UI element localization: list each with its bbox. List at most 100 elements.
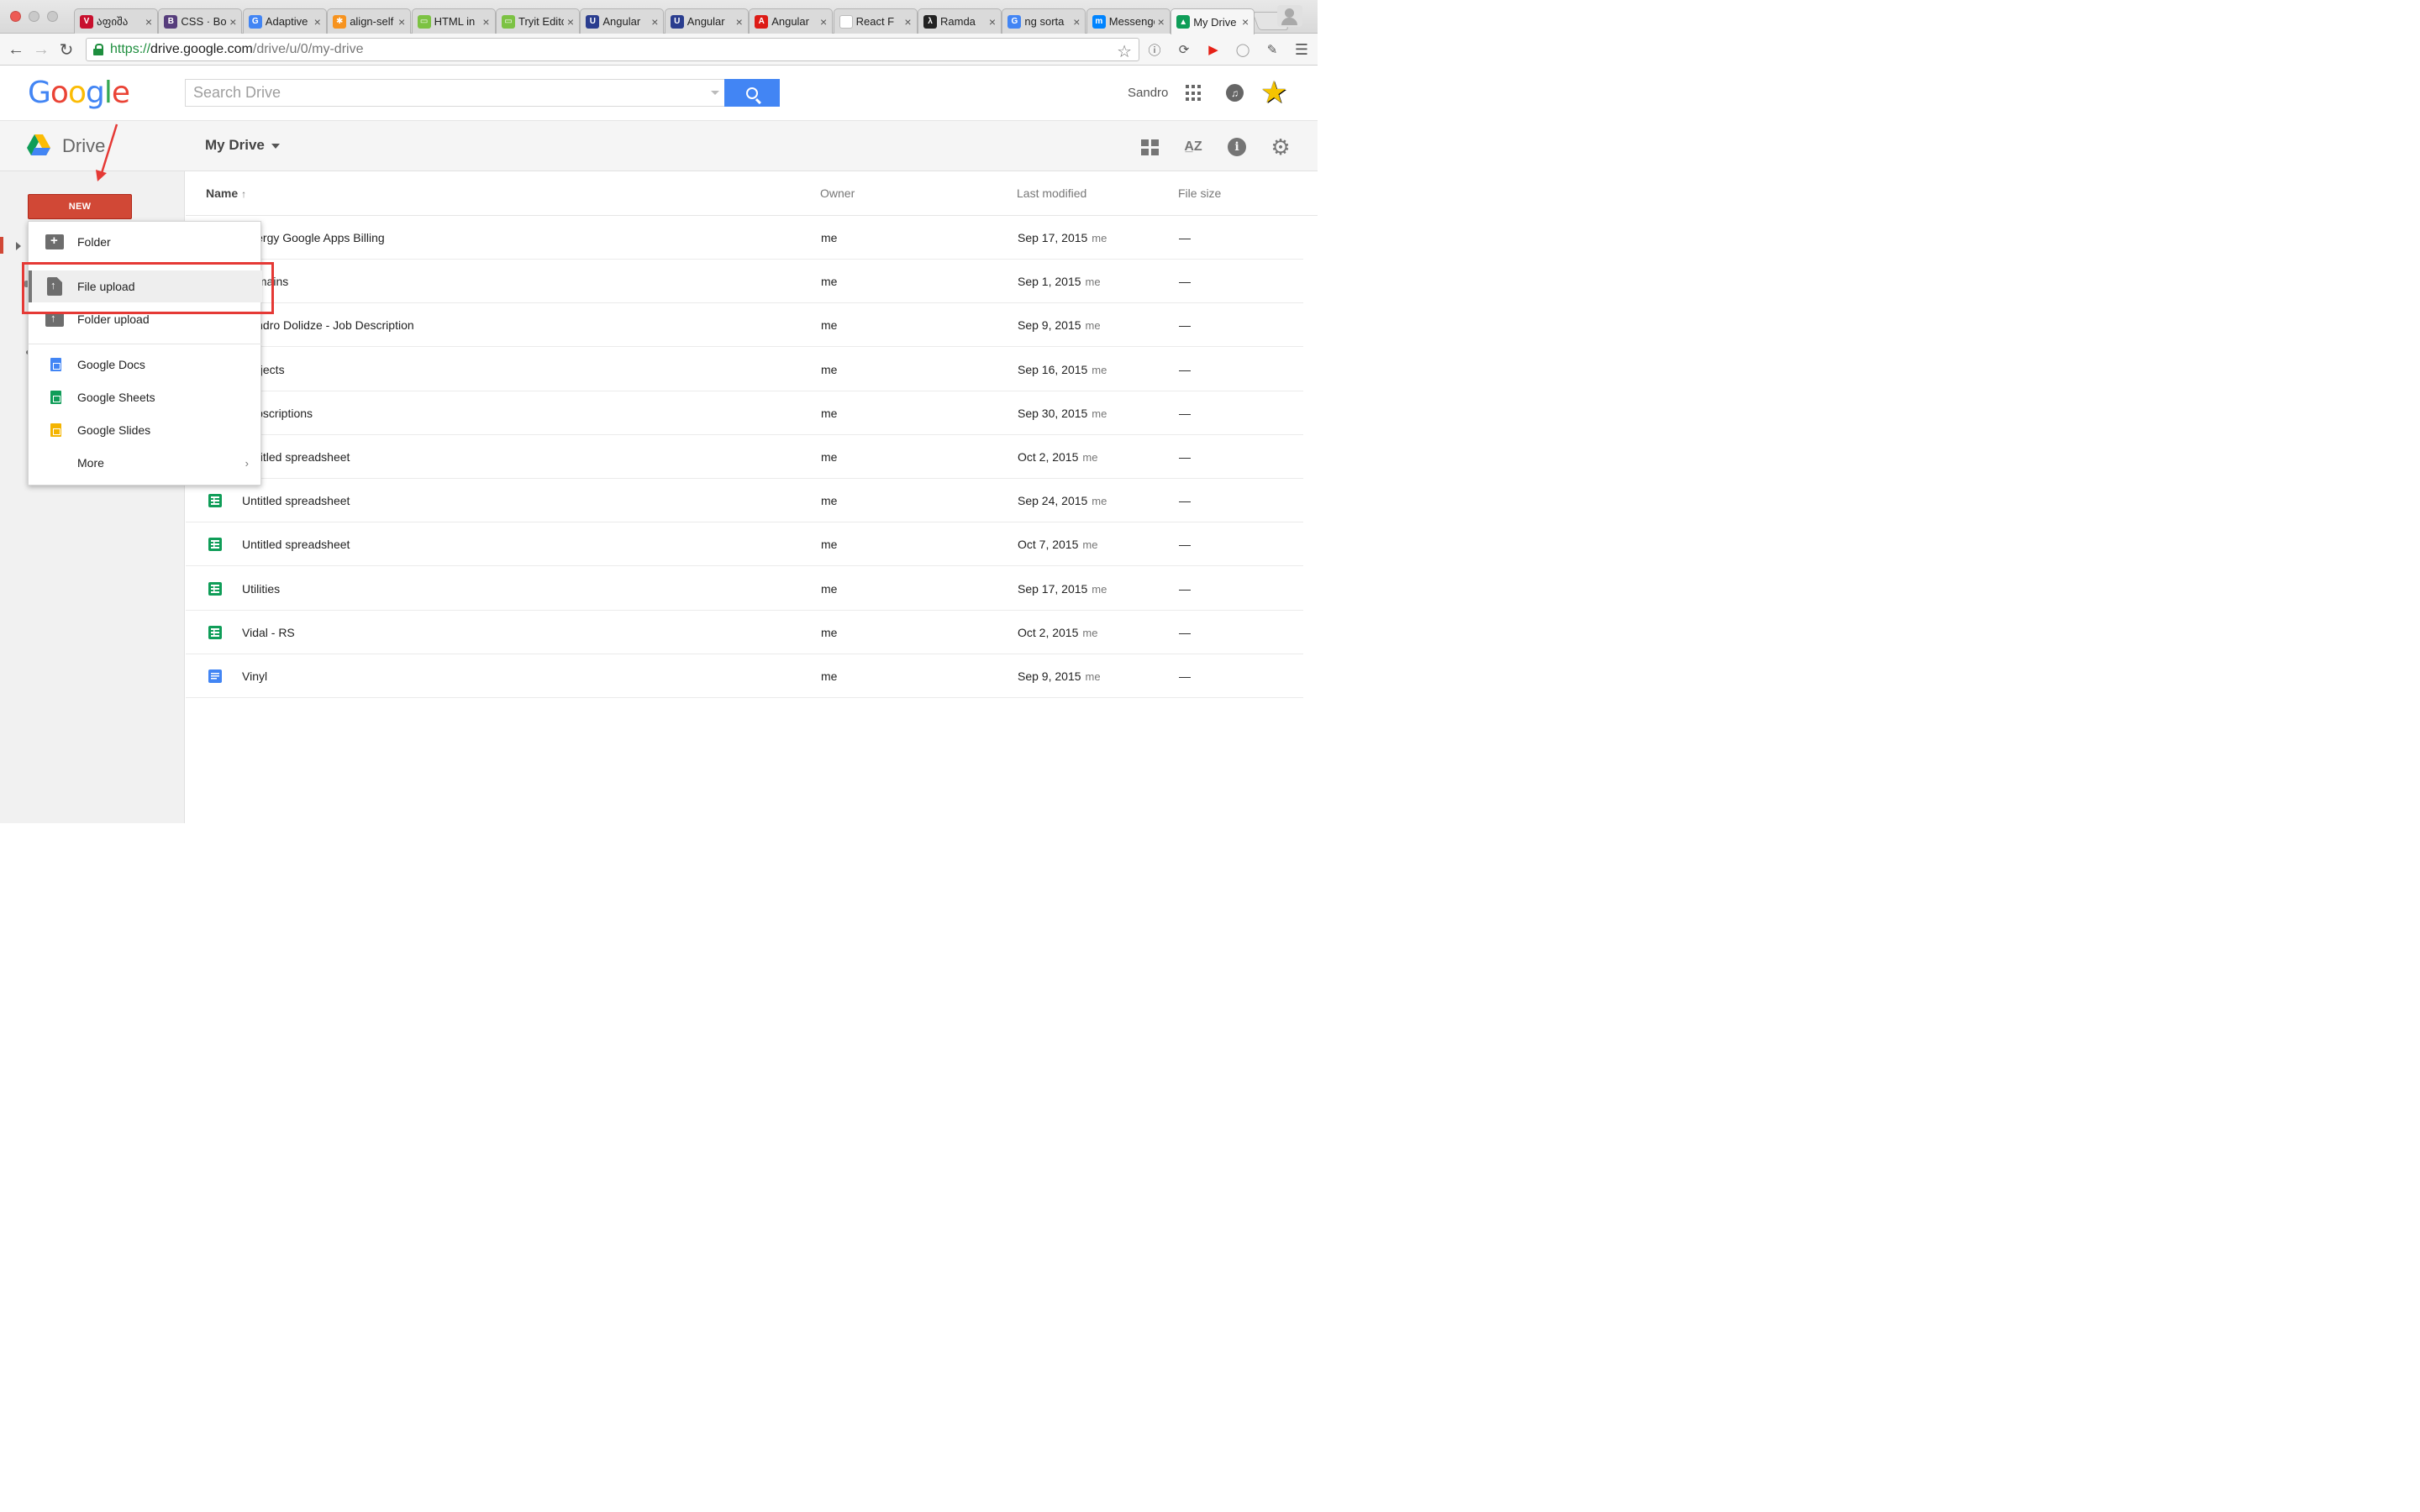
tab-close-icon[interactable]: ×: [1242, 15, 1249, 29]
file-row[interactable]: Untitled spreadsheet me Oct 2, 2015 me —: [186, 435, 1303, 479]
browser-tab[interactable]: λ Ramda ×: [918, 8, 1002, 34]
browser-tab[interactable]: G Adaptive ×: [242, 8, 327, 34]
settings-gear-icon[interactable]: ⚙: [1270, 136, 1292, 158]
new-button[interactable]: NEW: [28, 194, 132, 219]
drive-logo-icon: [27, 134, 50, 155]
menu-item-folder-upload[interactable]: Folder upload: [29, 303, 262, 335]
back-icon[interactable]: ←: [5, 39, 27, 60]
file-name: Sandro Dolidze - Job Description: [242, 318, 414, 333]
profile-icon[interactable]: [1277, 5, 1302, 27]
file-row[interactable]: Untitled spreadsheet me Sep 24, 2015 me —: [186, 479, 1303, 523]
file-row[interactable]: Vinyl me Sep 9, 2015 me —: [186, 654, 1303, 698]
browser-tab[interactable]: Vაფიშა ×: [74, 8, 158, 34]
avatar[interactable]: ★: [1260, 77, 1287, 108]
tab-close-icon[interactable]: ×: [314, 15, 321, 29]
tab-title: აფიშა: [97, 14, 129, 28]
address-bar[interactable]: https://drive.google.com/drive/u/0/my-dr…: [86, 38, 1139, 61]
modified-by: me: [1092, 407, 1107, 420]
file-owner: me: [821, 581, 838, 596]
drive-title[interactable]: Drive: [62, 135, 105, 157]
column-header-file-size[interactable]: File size: [1178, 186, 1221, 200]
notifications-bell-icon[interactable]: ♫: [1226, 84, 1244, 102]
window-close-button[interactable]: [10, 11, 21, 22]
extension-eyedropper-icon[interactable]: ✎: [1264, 41, 1281, 58]
forward-icon[interactable]: →: [30, 39, 52, 60]
browser-tab[interactable]: BCSS · Bootstrap×: [158, 8, 243, 34]
browser-tab[interactable]: mMessenger×: [1086, 8, 1171, 34]
file-row[interactable]: Projects me Sep 16, 2015 me —: [186, 348, 1303, 391]
browser-tab[interactable]: ✱ align-self ×: [327, 8, 412, 34]
logo-letter: o: [67, 76, 87, 110]
file-size: —: [1179, 362, 1191, 376]
tab-close-icon[interactable]: ×: [1158, 15, 1165, 29]
menu-item-google-docs[interactable]: Google Docs: [29, 349, 262, 381]
modified-by: me: [1085, 319, 1101, 333]
google-logo[interactable]: Google: [28, 76, 130, 110]
file-row[interactable]: Energy Google Apps Billing me Sep 17, 2015…: [186, 216, 1303, 260]
window-minimize-button[interactable]: [29, 11, 39, 22]
url-host: drive.google.com: [150, 42, 253, 56]
menu-item-file-upload[interactable]: File upload: [29, 270, 262, 302]
new-menu: Folder File upload Folder upload Google …: [28, 221, 262, 486]
sort-arrow-icon: ↑: [241, 188, 247, 200]
extension-info-icon[interactable]: ⓘ: [1146, 41, 1163, 58]
reload-icon[interactable]: ↻: [55, 39, 77, 60]
menu-item-folder[interactable]: Folder: [29, 226, 262, 258]
tab-close-icon[interactable]: ×: [482, 15, 489, 29]
column-header-last-modified[interactable]: Last modified: [1017, 186, 1086, 200]
my-drive-dropdown[interactable]: My Drive: [205, 137, 280, 154]
window-zoom-button[interactable]: [47, 11, 58, 22]
chrome-menu-icon[interactable]: ☰: [1293, 41, 1310, 58]
browser-tab[interactable]: React F ×: [833, 8, 918, 34]
tab-close-icon[interactable]: ×: [904, 15, 911, 29]
tab-favicon-icon: V: [80, 14, 93, 29]
browser-tab[interactable]: U Angular ×: [664, 8, 749, 34]
file-size: —: [1179, 625, 1191, 639]
column-header-name[interactable]: Name ↑: [206, 186, 246, 200]
tab-close-icon[interactable]: ×: [736, 15, 743, 29]
tab-close-icon[interactable]: ×: [229, 15, 236, 29]
sort-az-icon[interactable]: A̲Z: [1182, 136, 1204, 158]
search-input[interactable]: Search Drive: [185, 79, 724, 107]
menu-item-more[interactable]: More ›: [29, 447, 262, 479]
file-owner: me: [821, 231, 838, 244]
browser-tab[interactable]: Gng sorta ×: [1002, 8, 1086, 34]
file-row[interactable]: Sandro Dolidze - Job Description me Sep 9,…: [186, 303, 1303, 348]
tab-title: HTML in: [434, 15, 476, 28]
menu-item-google-sheets[interactable]: Google Sheets: [29, 381, 262, 413]
tab-close-icon[interactable]: ×: [651, 15, 658, 29]
details-info-icon[interactable]: i: [1226, 136, 1248, 158]
chevron-right-icon: ›: [245, 456, 249, 470]
file-row[interactable]: Untitled spreadsheet me Oct 7, 2015 me —: [186, 522, 1303, 567]
expand-caret-icon[interactable]: [16, 242, 25, 250]
column-header-owner[interactable]: Owner: [820, 186, 855, 200]
tab-close-icon[interactable]: ×: [1073, 15, 1080, 29]
search-button[interactable]: [724, 79, 780, 107]
search-options-icon[interactable]: [711, 91, 719, 99]
browser-tab[interactable]: ▭Tryit Editor×: [496, 8, 580, 34]
browser-tab[interactable]: ▲ My Drive ×: [1171, 8, 1255, 34]
extension-youtube-icon[interactable]: ▶: [1205, 41, 1222, 58]
file-row[interactable]: Utilities me Sep 17, 2015 me —: [186, 567, 1303, 611]
browser-tab[interactable]: ▭ HTML in ×: [411, 8, 496, 34]
menu-label: Google Docs: [77, 358, 145, 371]
browser-tab[interactable]: A Angular ×: [749, 8, 834, 34]
grid-view-icon[interactable]: [1139, 136, 1160, 158]
tab-close-icon[interactable]: ×: [398, 15, 405, 29]
bookmark-star-icon[interactable]: ☆: [1117, 41, 1132, 62]
file-row[interactable]: Vidal - RS me Oct 2, 2015 me —: [186, 611, 1303, 654]
file-row[interactable]: Domains me Sep 1, 2015 me —: [186, 260, 1303, 304]
file-last-modified: Sep 9, 2015 me: [1018, 318, 1101, 332]
user-name[interactable]: Sandro: [1128, 86, 1168, 100]
tab-close-icon[interactable]: ×: [989, 15, 996, 29]
tab-close-icon[interactable]: ×: [567, 15, 574, 29]
tab-close-icon[interactable]: ×: [820, 15, 827, 29]
extension-sync-icon[interactable]: ⟳: [1176, 41, 1192, 58]
apps-grid-icon[interactable]: [1186, 85, 1202, 102]
file-row[interactable]: Subscriptions me Sep 30, 2015 me —: [186, 391, 1303, 435]
tab-close-icon[interactable]: ×: [145, 15, 152, 29]
menu-label: Folder: [77, 235, 111, 249]
menu-item-google-slides[interactable]: Google Slides: [29, 414, 262, 446]
browser-tab[interactable]: U Angular ×: [580, 8, 665, 34]
extension-database-icon[interactable]: ◯: [1234, 41, 1251, 58]
